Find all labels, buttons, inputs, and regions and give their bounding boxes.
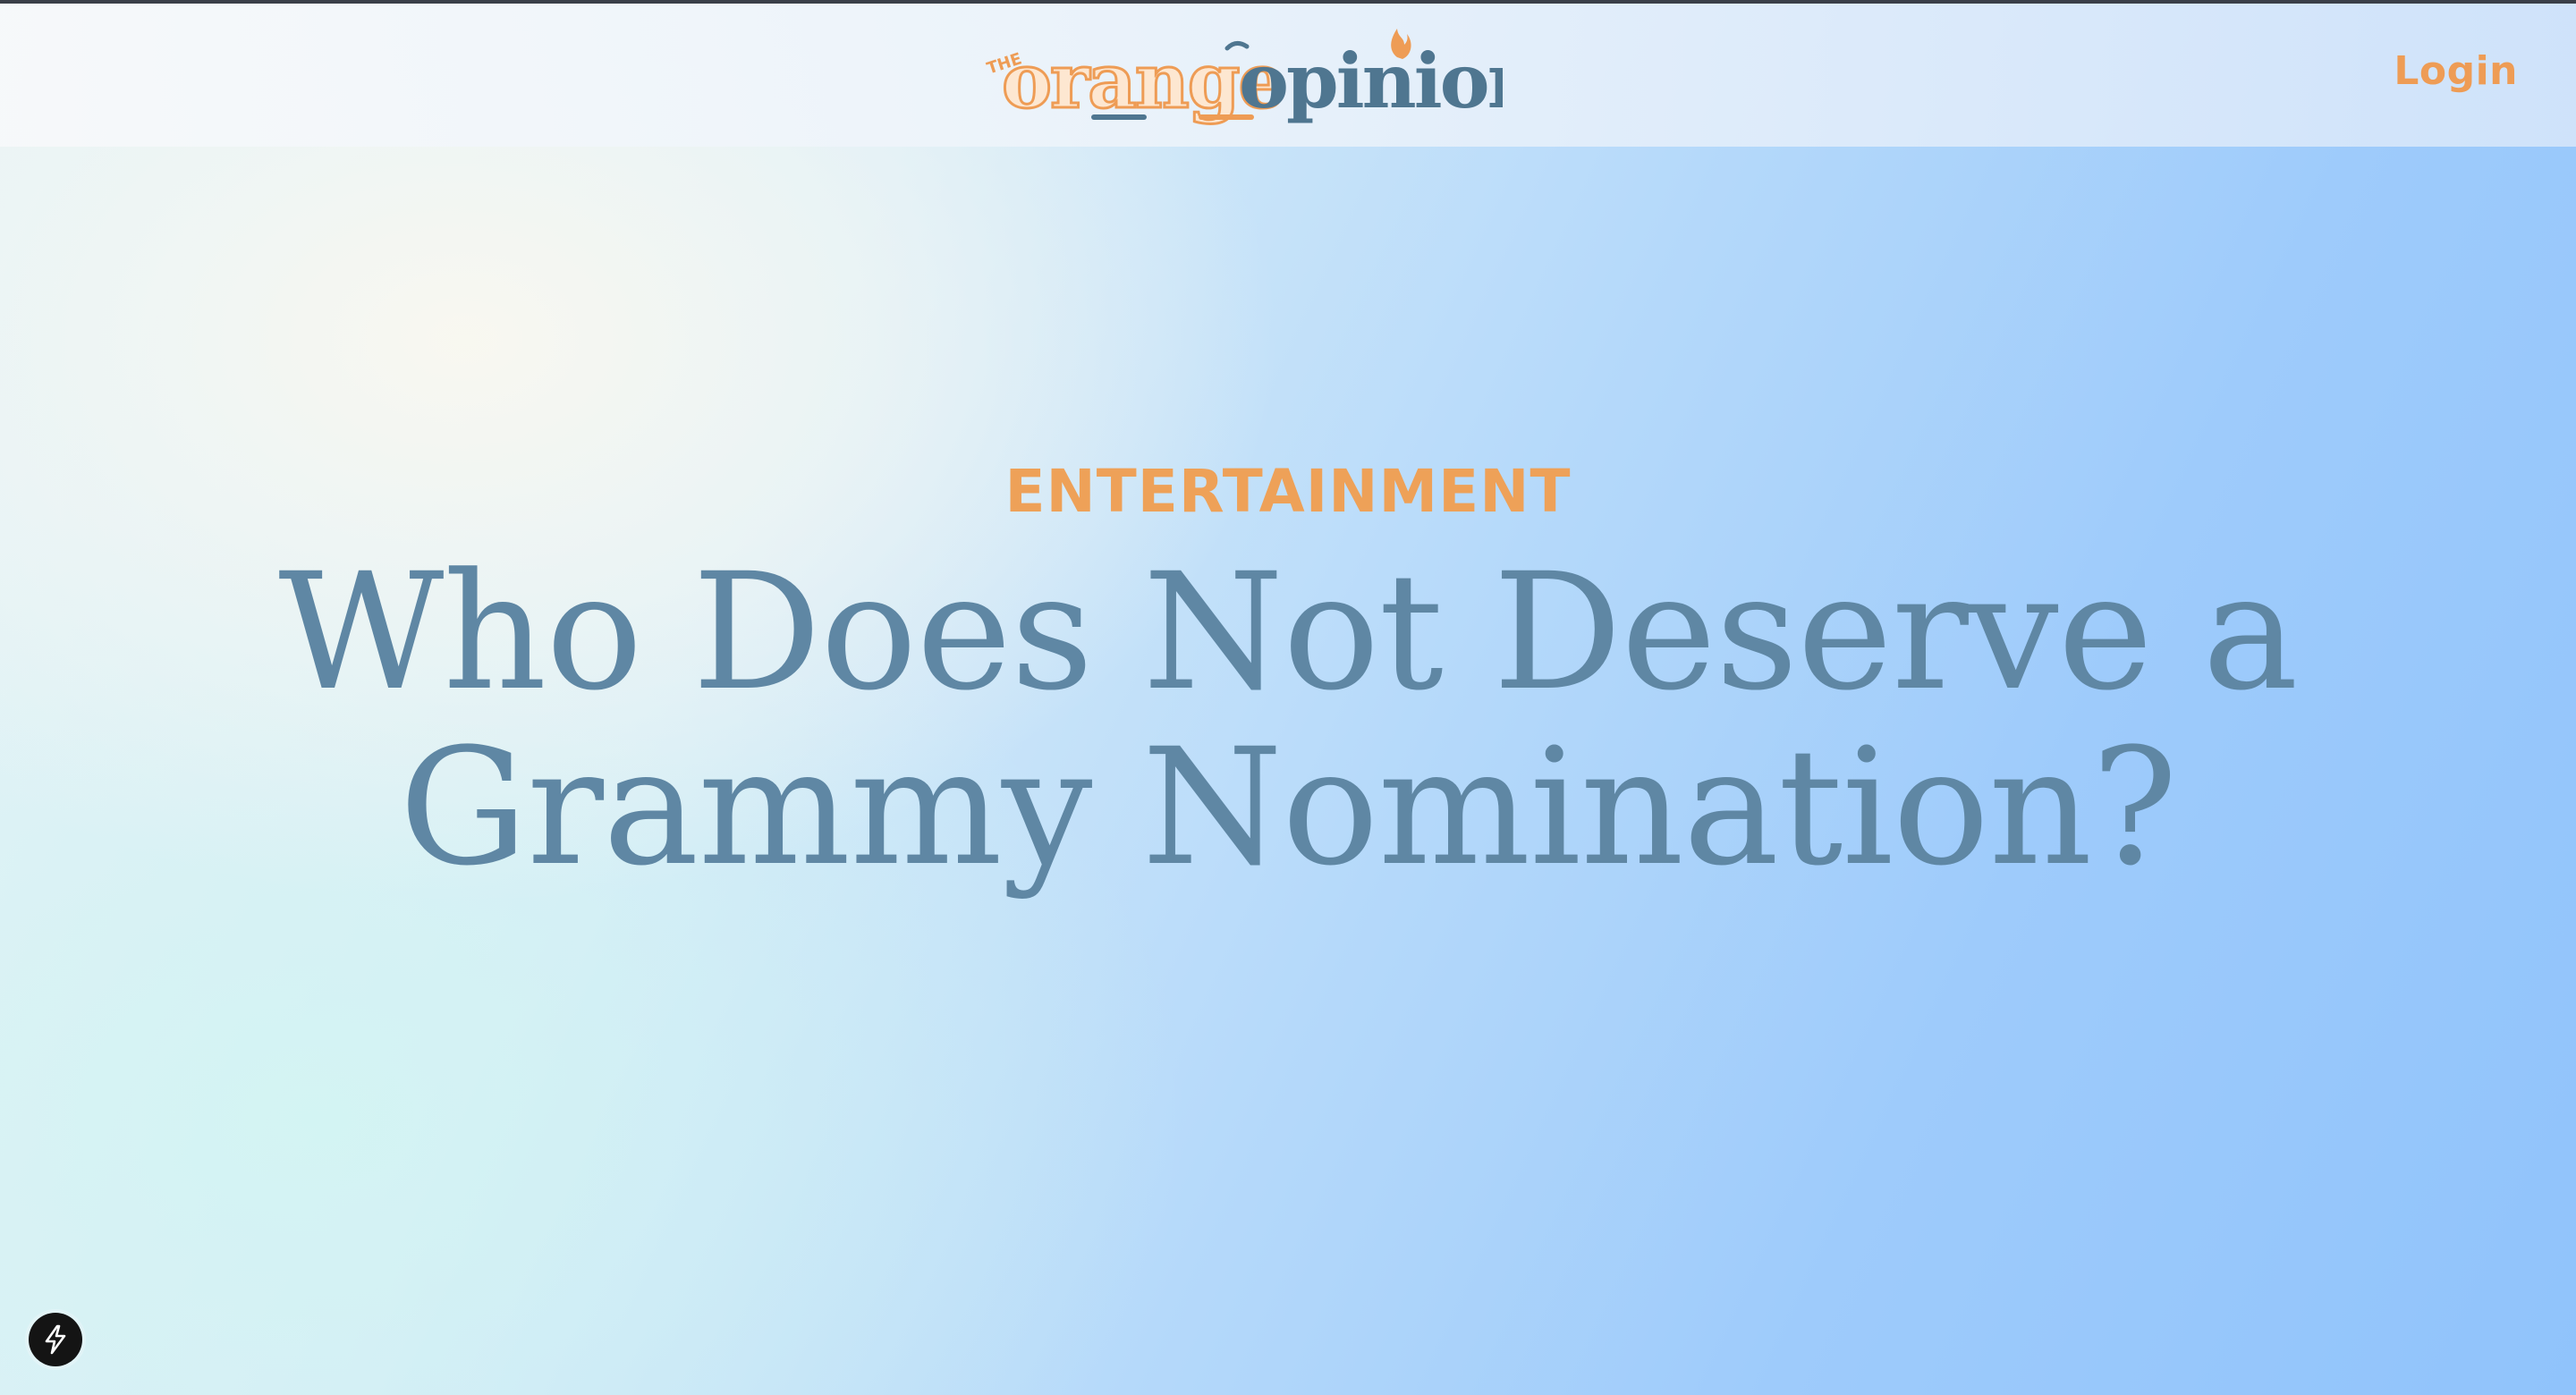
category-label[interactable]: ENTERTAINMENT (0, 447, 2576, 537)
login-link[interactable]: Login (2394, 48, 2518, 94)
site-logo[interactable]: THE orange opinion (984, 18, 1544, 134)
site-header: THE orange opinion Login (0, 4, 2576, 147)
article-title: Who Does Not Deserve a Grammy Nomination… (278, 539, 2298, 901)
hero-section: ENTERTAINMENT Who Does Not Deserve a Gra… (0, 447, 2576, 896)
logo-image: THE orange opinion (985, 29, 1544, 127)
dev-tools-button[interactable] (29, 1313, 82, 1366)
logo-word-opinion: opinion (1239, 37, 1503, 125)
lightning-bolt-icon (45, 1324, 66, 1355)
